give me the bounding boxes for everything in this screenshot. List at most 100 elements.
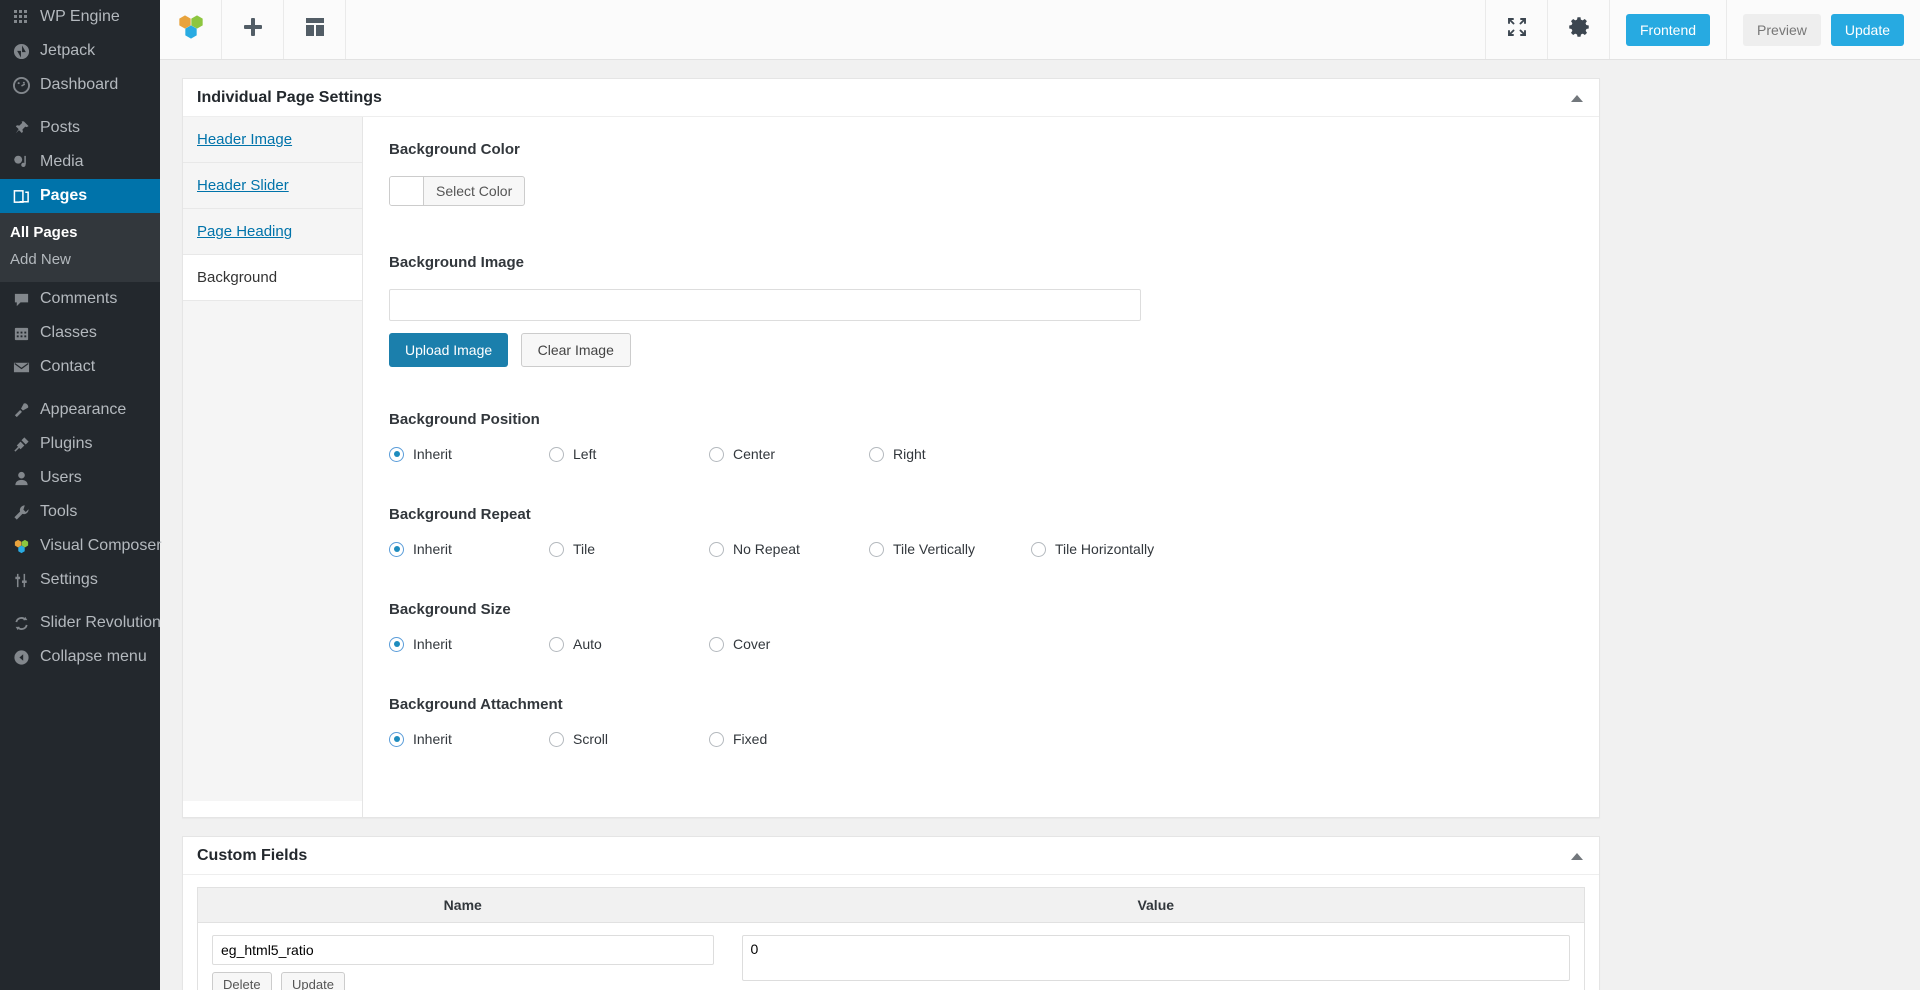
sliders-icon [8, 570, 34, 590]
radio-circle-icon [709, 446, 724, 462]
radio-size-cover[interactable]: Cover [709, 636, 869, 652]
tab-label[interactable]: Header Slider [197, 177, 289, 194]
radio-position-right[interactable]: Right [869, 446, 1029, 462]
sidebar-item-appearance[interactable]: Appearance [0, 393, 160, 427]
update-button[interactable]: Update [1830, 13, 1904, 46]
tab-label[interactable]: Header Image [197, 131, 292, 148]
radio-attachment-inherit[interactable]: Inherit [389, 731, 549, 747]
sidebar-item-pages[interactable]: Pages [0, 179, 168, 213]
radio-repeat-tile-vertically[interactable]: Tile Vertically [869, 541, 1031, 557]
sidebar-item-comments[interactable]: Comments [0, 282, 160, 316]
panel-header: Custom Fields [183, 837, 1599, 875]
background-repeat-field: Background Repeat Inherit Tile No Repeat… [389, 506, 1573, 557]
toolbar-settings-button[interactable] [1547, 0, 1609, 59]
frontend-button[interactable]: Frontend [1626, 13, 1711, 46]
delete-button[interactable]: Delete [212, 972, 272, 990]
radio-circle-icon [869, 446, 884, 462]
radio-size-auto[interactable]: Auto [549, 636, 709, 652]
sidebar-item-media[interactable]: Media [0, 145, 160, 179]
background-image-field: Background Image Upload Image Clear Imag… [389, 254, 1573, 367]
tab-page-heading[interactable]: Page Heading [183, 209, 362, 255]
sidebar-item-label: Posts [40, 119, 81, 136]
tab-header-image[interactable]: Header Image [183, 117, 362, 163]
sidebar-item-label: Settings [40, 571, 98, 588]
preview-button[interactable]: Preview [1743, 13, 1821, 46]
sidebar-item-slider-revolution[interactable]: Slider Revolution [0, 606, 161, 640]
triangle-up-icon[interactable] [1571, 94, 1583, 102]
custom-fields-panel: Custom Fields Name Value Delete [182, 836, 1600, 990]
radio-size-inherit[interactable]: Inherit [389, 636, 549, 652]
wrench-icon [8, 502, 34, 522]
radio-group-repeat: Inherit Tile No Repeat Tile Vertically T… [389, 541, 1573, 557]
sidebar-item-label: WP Engine [40, 8, 120, 25]
sidebar-item-users[interactable]: Users [0, 461, 160, 495]
custom-fields-title: Custom Fields [197, 846, 308, 864]
select-color-button[interactable]: Select Color [389, 176, 526, 206]
sidebar-item-tools[interactable]: Tools [0, 495, 160, 529]
clear-image-button[interactable]: Clear Image [520, 333, 631, 367]
editor-toolbar: Frontend Preview Update [160, 0, 1920, 60]
radio-position-center[interactable]: Center [709, 446, 869, 462]
toolbar-frontend-group: Frontend [1609, 0, 1726, 59]
sidebar-item-classes[interactable]: Classes [0, 316, 160, 350]
background-position-field: Background Position Inherit Left Center … [389, 411, 1573, 462]
upload-image-button[interactable]: Upload Image [389, 333, 509, 367]
sidebar-item-visual-composer[interactable]: Visual Composer [0, 529, 162, 563]
plus-icon [242, 16, 264, 43]
radio-attachment-fixed[interactable]: Fixed [709, 731, 869, 747]
radio-repeat-tile[interactable]: Tile [549, 541, 709, 557]
field-label: Background Color [389, 141, 520, 158]
toolbar-add-element-button[interactable] [222, 0, 284, 59]
background-image-input[interactable] [389, 289, 1141, 321]
radio-attachment-scroll[interactable]: Scroll [549, 731, 709, 747]
submenu-item-all-pages[interactable]: All Pages [0, 219, 160, 246]
custom-field-name-input[interactable] [212, 935, 714, 965]
row-action-buttons: Delete Update [212, 972, 714, 990]
radio-repeat-no-repeat[interactable]: No Repeat [709, 541, 869, 557]
sidebar-item-label: Pages [40, 187, 88, 204]
submenu-item-add-new[interactable]: Add New [0, 246, 160, 273]
sidebar-item-jetpack[interactable]: Jetpack [0, 34, 160, 68]
calendar-icon [8, 323, 34, 343]
custom-fields-body: Name Value Delete Update [183, 887, 1599, 990]
toolbar-templates-button[interactable] [284, 0, 346, 59]
sidebar-item-plugins[interactable]: Plugins [0, 427, 160, 461]
sidebar-item-contact[interactable]: Contact [0, 350, 160, 384]
radio-circle-icon [389, 731, 404, 747]
image-button-row: Upload Image Clear Image [389, 333, 1573, 367]
radio-repeat-inherit[interactable]: Inherit [389, 541, 549, 557]
tab-header-slider[interactable]: Header Slider [183, 163, 362, 209]
radio-circle-icon [549, 731, 564, 747]
sidebar-item-wp-engine[interactable]: WP Engine [0, 0, 160, 34]
envelope-icon [8, 357, 34, 377]
gear-icon [1566, 14, 1592, 45]
fullscreen-expand-icon [1505, 15, 1529, 44]
sidebar-item-settings[interactable]: Settings [0, 563, 160, 597]
radio-repeat-tile-horizontally[interactable]: Tile Horizontally [1031, 541, 1193, 557]
toolbar-publish-group: Preview Update [1726, 0, 1920, 59]
tab-label[interactable]: Page Heading [197, 223, 292, 240]
radio-circle-icon [709, 731, 724, 747]
radio-label: Tile Vertically [893, 541, 975, 557]
radio-position-inherit[interactable]: Inherit [389, 446, 549, 462]
sidebar-item-label: Media [40, 153, 84, 170]
sidebar-item-label: Classes [40, 324, 97, 341]
sidebar-item-posts[interactable]: Posts [0, 111, 160, 145]
update-button[interactable]: Update [281, 972, 345, 990]
radio-label: Inherit [413, 446, 452, 462]
settings-tab-list: Header Image Header Slider Page Heading … [183, 117, 363, 817]
radio-circle-icon [549, 636, 564, 652]
radio-position-left[interactable]: Left [549, 446, 709, 462]
background-settings-pane: Background Color Select Color Background… [363, 117, 1599, 817]
triangle-up-icon[interactable] [1571, 852, 1583, 860]
sidebar-item-dashboard[interactable]: Dashboard [0, 68, 160, 102]
custom-field-value-input[interactable]: 0 [741, 935, 1570, 981]
sidebar-collapse-menu[interactable]: Collapse menu [0, 640, 160, 674]
toolbar-logo-button[interactable] [160, 0, 222, 59]
radio-label: Left [573, 446, 597, 462]
tab-list-filler [183, 301, 362, 801]
toolbar-fullscreen-button[interactable] [1485, 0, 1547, 59]
tab-background[interactable]: Background [183, 255, 362, 301]
tab-label: Background [197, 269, 278, 286]
